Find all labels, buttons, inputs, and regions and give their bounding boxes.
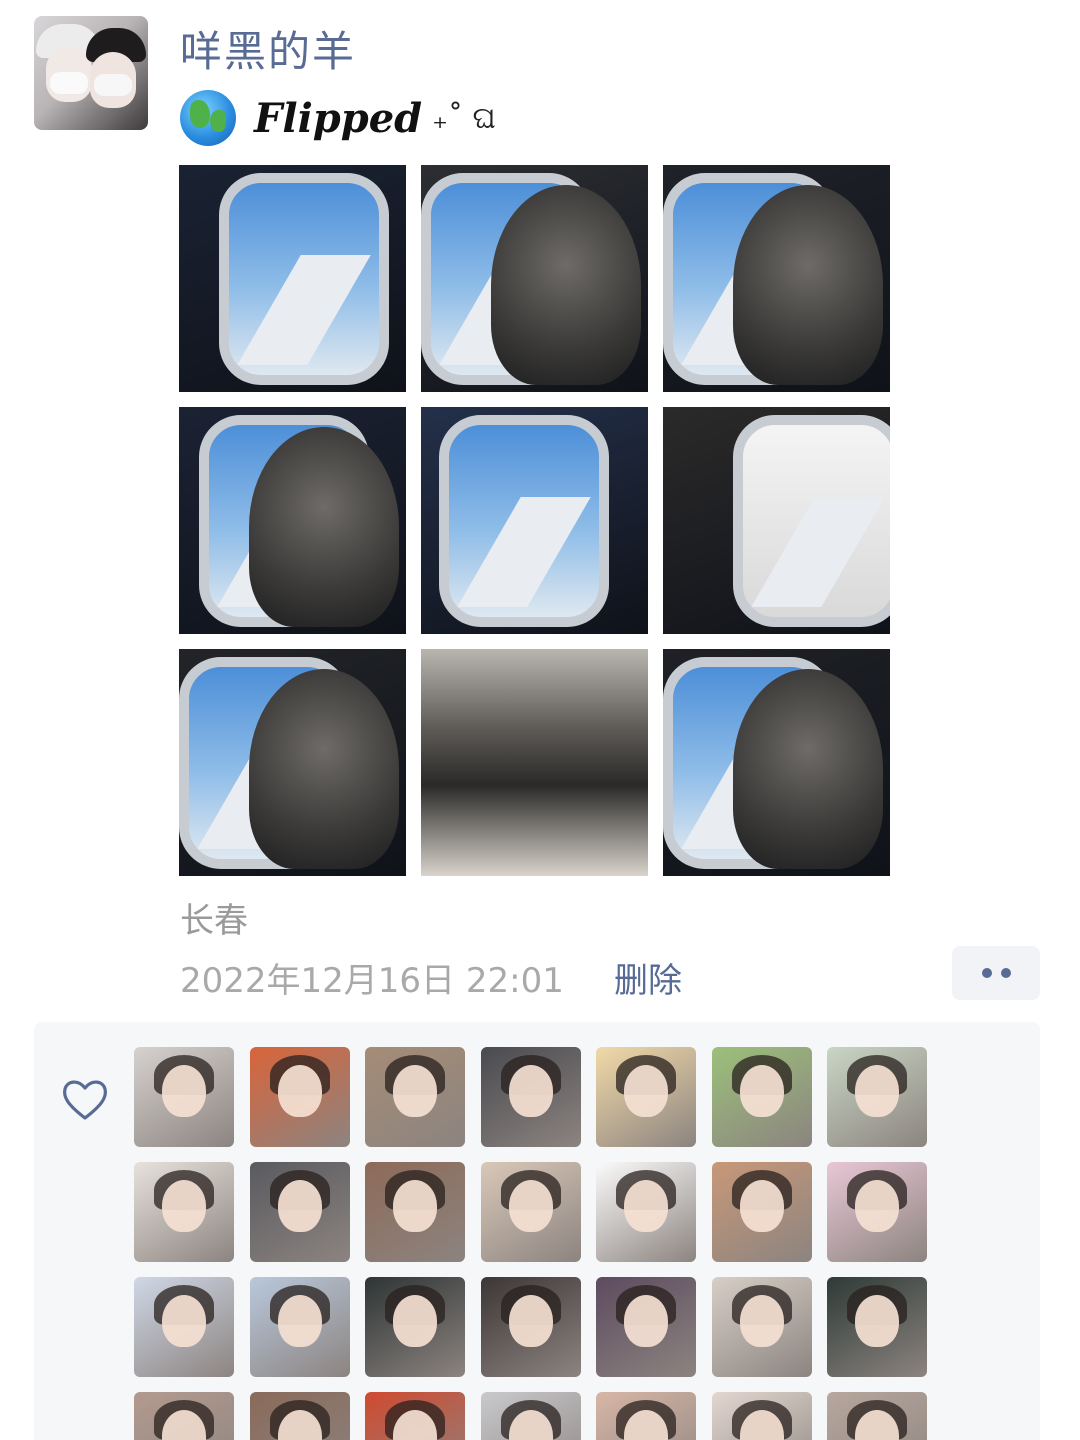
avatar-face (739, 1065, 784, 1117)
avatar-face (277, 1065, 322, 1117)
avatar-face (855, 1180, 899, 1232)
avatar-face (855, 1065, 899, 1117)
avatar[interactable] (34, 16, 148, 130)
liker-avatar[interactable] (596, 1392, 696, 1440)
person-in-hat-wing-photo[interactable] (179, 649, 406, 876)
liker-avatar[interactable] (711, 1162, 812, 1262)
liker-avatar[interactable] (596, 1047, 696, 1147)
avatar-face (162, 1295, 206, 1347)
cabin-seat-pocket-photo[interactable] (421, 649, 648, 876)
person-neck-pillow-photo[interactable] (663, 649, 890, 876)
avatar-face (162, 1065, 206, 1117)
person-silhouette (733, 185, 883, 385)
liker-avatar[interactable] (480, 1277, 581, 1377)
post-caption: Flipped ₊˚ ଘ (180, 88, 496, 148)
liker-avatar[interactable] (134, 1162, 234, 1262)
avatar-face (508, 1065, 553, 1117)
liker-avatar[interactable] (711, 1047, 812, 1147)
liker-avatar[interactable] (596, 1277, 696, 1377)
liker-avatar[interactable] (249, 1392, 350, 1440)
avatar-face (855, 1295, 899, 1347)
avatar-face (277, 1295, 322, 1347)
avatar-face (508, 1180, 553, 1232)
liker-avatar[interactable] (711, 1392, 812, 1440)
post-timestamp: 2022年12月16日 22:01 (180, 961, 564, 1001)
liker-avatar[interactable] (480, 1162, 581, 1262)
liker-avatar[interactable] (365, 1047, 465, 1147)
avatar-face (277, 1180, 322, 1232)
liker-avatar[interactable] (365, 1162, 465, 1262)
liker-avatar[interactable] (827, 1277, 927, 1377)
liker-avatar[interactable] (134, 1277, 234, 1377)
liker-avatar[interactable] (827, 1047, 927, 1147)
photo-grid (179, 165, 890, 876)
liker-avatar-grid (134, 1047, 927, 1440)
liker-avatar[interactable] (480, 1047, 581, 1147)
delete-button[interactable]: 删除 (614, 953, 682, 1002)
avatar-face (162, 1180, 206, 1232)
comment-like-menu-button[interactable] (952, 946, 1040, 1000)
location-label[interactable]: 长春 (180, 893, 248, 942)
person-in-hat-window-photo[interactable] (421, 165, 648, 392)
liker-avatar[interactable] (134, 1047, 234, 1147)
avatar-face (739, 1180, 784, 1232)
person-silhouette (249, 427, 399, 627)
person-peace-sign-photo[interactable] (663, 165, 890, 392)
avatar-face (624, 1180, 668, 1232)
person-silhouette (733, 669, 883, 869)
liker-avatar[interactable] (134, 1392, 234, 1440)
liker-avatar[interactable] (827, 1162, 927, 1262)
heart-outline-icon (62, 1080, 108, 1120)
caption-decoration: ₊˚ ଘ (432, 100, 496, 136)
avatar-face (624, 1295, 668, 1347)
moments-post: 咩黑的羊 Flipped ₊˚ ଘ 长春 2022年12月16日 22:01 删… (0, 0, 1080, 1440)
liker-avatar[interactable] (249, 1047, 350, 1147)
liker-avatar[interactable] (365, 1277, 465, 1377)
wing-sky-window-photo[interactable] (421, 407, 648, 634)
caption-text: Flipped (254, 94, 423, 142)
liker-avatar[interactable] (827, 1392, 927, 1440)
earth-globe-icon (180, 90, 236, 146)
liker-avatar[interactable] (365, 1392, 465, 1440)
avatar-face (393, 1295, 437, 1347)
airplane-window-wing-photo[interactable] (179, 165, 406, 392)
avatar-face (393, 1065, 437, 1117)
liker-avatar[interactable] (249, 1162, 350, 1262)
avatar-face (393, 1180, 437, 1232)
avatar-face (739, 1295, 784, 1347)
person-silhouette (249, 669, 399, 869)
liker-avatar[interactable] (480, 1392, 581, 1440)
avatar-face (624, 1065, 668, 1117)
avatar-person-1-mask (50, 72, 88, 94)
more-dot-icon (981, 968, 992, 978)
avatar-face (508, 1295, 553, 1347)
person-silhouette (491, 185, 641, 385)
liker-avatar[interactable] (711, 1277, 812, 1377)
phone-selfie-window-photo[interactable] (179, 407, 406, 634)
more-dot-icon (1000, 968, 1011, 978)
username[interactable]: 咩黑的羊 (180, 18, 356, 79)
hands-bright-window-photo[interactable] (663, 407, 890, 634)
avatar-person-2-mask (94, 74, 132, 96)
liker-avatar[interactable] (596, 1162, 696, 1262)
liker-avatar[interactable] (249, 1277, 350, 1377)
